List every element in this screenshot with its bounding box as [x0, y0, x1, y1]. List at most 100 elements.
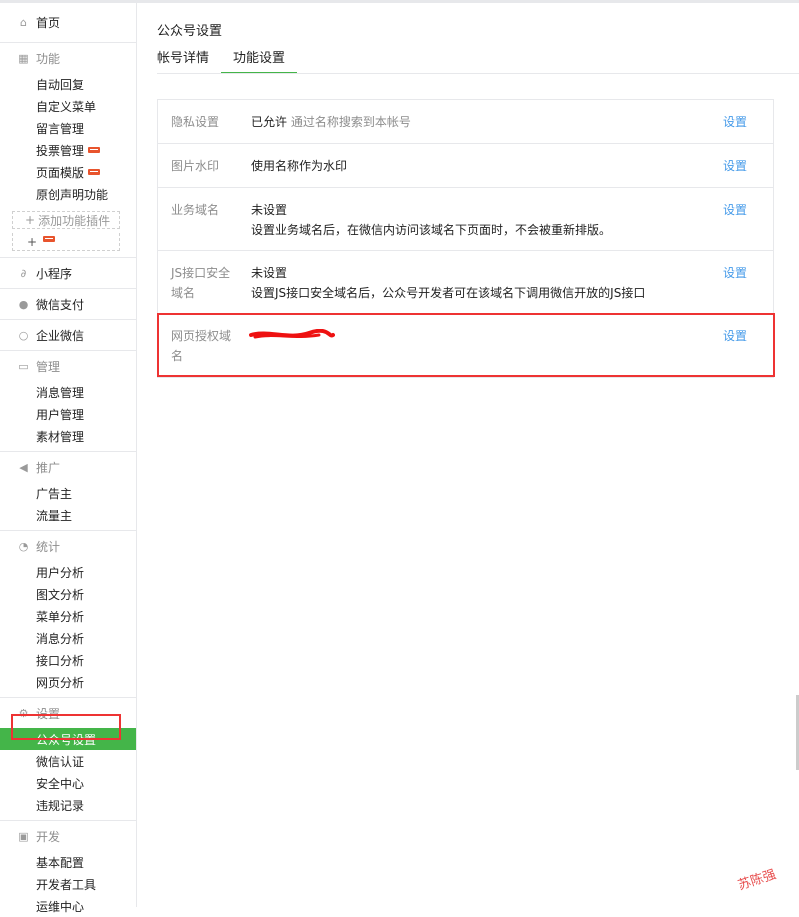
sidebar-group-stats: ◔ 统计 用户分析 图文分析 菜单分析 消息分析 接口分析 网页分析 — [0, 531, 136, 698]
sidebar-item-home[interactable]: ⌂ 首页 — [0, 3, 136, 42]
watermark-settings-link[interactable]: 设置 — [723, 156, 773, 187]
sidebar-item-security-center[interactable]: 安全中心 — [0, 772, 136, 794]
sidebar-item-wechat-pay[interactable]: ● 微信支付 — [0, 289, 136, 319]
new-badge — [88, 169, 101, 175]
sidebar-heading-label: 管理 — [36, 359, 61, 374]
sidebar-item-original-claim[interactable]: 原创声明功能 — [0, 183, 136, 205]
sidebar-item-label: 原创声明功能 — [36, 187, 109, 202]
sidebar-item-label: 消息管理 — [36, 385, 85, 400]
new-badge — [88, 147, 101, 153]
row-value-note: 通过名称搜索到本帐号 — [290, 115, 411, 129]
sidebar-group-develop: ▣ 开发 基本配置 开发者工具 运维中心 — [0, 821, 136, 917]
tab-account-details[interactable]: 帐号详情 — [157, 47, 209, 74]
sidebar-item-label: 安全中心 — [36, 776, 85, 791]
sidebar-item-label: 用户管理 — [36, 407, 85, 422]
add-plugin-label: 添加功能插件 — [38, 213, 111, 228]
oauth-domain-settings-link[interactable]: 设置 — [723, 326, 773, 377]
sidebar-item-label: 页面模版 — [36, 165, 85, 180]
sidebar-item-label: 企业微信 — [36, 328, 85, 343]
sidebar-heading-label: 设置 — [36, 706, 61, 721]
tab-divider — [157, 73, 799, 74]
link-icon: ∂ — [20, 266, 27, 280]
sidebar-item-label: 微信认证 — [36, 754, 85, 769]
sidebar-group-mini-program: ∂ 小程序 — [0, 258, 136, 289]
sidebar-heading-develop: ▣ 开发 — [0, 821, 136, 851]
tab-bar: 帐号详情 功能设置 — [157, 47, 321, 74]
sidebar-item-materials[interactable]: 素材管理 — [0, 425, 136, 447]
sidebar-item-label: 小程序 — [36, 266, 73, 281]
business-domain-settings-link[interactable]: 设置 — [723, 200, 773, 250]
row-value: 未设置 设置业务域名后，在微信内访问该域名下页面时，不会被重新排版。 — [251, 200, 723, 250]
row-value-text: 未设置 — [251, 266, 288, 280]
sidebar-item-custom-menu[interactable]: 自定义菜单 — [0, 95, 136, 117]
sidebar-item-verification[interactable]: 微信认证 — [0, 750, 136, 772]
megaphone-icon: ◀ — [19, 460, 28, 474]
sidebar-heading-label: 开发 — [36, 829, 61, 844]
row-value-text: 未设置 — [251, 203, 288, 217]
row-value: 已允许 通过名称搜索到本帐号 — [251, 112, 723, 143]
settings-row-oauth-domain: 网页授权域名 设置 — [158, 314, 773, 377]
sidebar-item-web-analysis[interactable]: 网页分析 — [0, 671, 136, 693]
row-label: 图片水印 — [171, 159, 220, 173]
sidebar-item-users[interactable]: 用户管理 — [0, 403, 136, 425]
row-label: 网页授权域名 — [171, 329, 232, 363]
sidebar-item-label: 投票管理 — [36, 143, 85, 158]
sidebar-heading-label: 功能 — [36, 51, 61, 66]
sidebar-item-message-analysis[interactable]: 消息分析 — [0, 627, 136, 649]
sidebar-heading-stats: ◔ 统计 — [0, 531, 136, 561]
sidebar-item-basic-config[interactable]: 基本配置 — [0, 851, 136, 873]
sidebar-item-dev-tools[interactable]: 开发者工具 — [0, 873, 136, 895]
settings-panel: 隐私设置 已允许 通过名称搜索到本帐号 设置 图片水印 使用名称作为水印 设置 … — [157, 99, 774, 378]
sidebar-group-settings: ⚙ 设置 公众号设置 微信认证 安全中心 违规记录 — [0, 698, 136, 821]
plus-icon: + — [25, 213, 36, 227]
sidebar-item-mini-program[interactable]: ∂ 小程序 — [0, 258, 136, 288]
row-value: 使用名称作为水印 — [251, 159, 348, 173]
gear-icon: ⚙ — [18, 706, 29, 720]
sidebar-group-features: ▦ 功能 自动回复 自定义菜单 留言管理 投票管理 页面模版 原创声明功能 + … — [0, 43, 136, 258]
sidebar-item-vote[interactable]: 投票管理 — [0, 139, 136, 161]
row-description: 设置JS接口安全域名后，公众号开发者可在该域名下调用微信开放的JS接口 — [251, 286, 646, 300]
tab-feature-settings[interactable]: 功能设置 — [221, 47, 298, 74]
sidebar-item-comments[interactable]: 留言管理 — [0, 117, 136, 139]
sidebar-group-manage: ▭ 管理 消息管理 用户管理 素材管理 — [0, 351, 136, 452]
row-value-text: 已允许 — [251, 115, 288, 129]
sidebar-item-label: 接口分析 — [36, 653, 85, 668]
sidebar-item-ops-center[interactable]: 运维中心 — [0, 895, 136, 917]
sidebar-item-menu-analysis[interactable]: 菜单分析 — [0, 605, 136, 627]
home-icon: ⌂ — [20, 16, 27, 29]
settings-row-watermark: 图片水印 使用名称作为水印 设置 — [158, 144, 773, 188]
privacy-settings-link[interactable]: 设置 — [723, 112, 773, 143]
sidebar-item-page-template[interactable]: 页面模版 — [0, 161, 136, 183]
main-content: 公众号设置 帐号详情 功能设置 隐私设置 已允许 通过名称搜索到本帐号 设置 图… — [137, 3, 799, 907]
sidebar-item-label: 消息分析 — [36, 631, 85, 646]
sidebar-item-publisher[interactable]: 流量主 — [0, 504, 136, 526]
js-domain-settings-link[interactable]: 设置 — [723, 263, 773, 313]
check-circle-icon: ● — [18, 297, 29, 311]
sidebar-group-promote: ◀ 推广 广告主 流量主 — [0, 452, 136, 531]
sidebar-item-label: 公众号设置 — [36, 732, 97, 747]
sidebar-heading-label: 推广 — [36, 460, 61, 475]
plus-icon: + — [27, 234, 38, 249]
sidebar-item-auto-reply[interactable]: 自动回复 — [0, 73, 136, 95]
sidebar-item-label: 基本配置 — [36, 855, 85, 870]
sidebar-item-label: 广告主 — [36, 486, 73, 501]
row-label: 业务域名 — [171, 203, 220, 217]
sidebar-item-api-analysis[interactable]: 接口分析 — [0, 649, 136, 671]
sidebar-item-violations[interactable]: 违规记录 — [0, 794, 136, 816]
add-plugin-button[interactable]: + 添加功能插件 — [12, 211, 120, 229]
plugin-slot[interactable]: + — [12, 233, 120, 251]
sidebar-item-label: 菜单分析 — [36, 609, 85, 624]
inbox-icon: ▭ — [18, 359, 29, 373]
sidebar-item-messages[interactable]: 消息管理 — [0, 381, 136, 403]
row-value — [251, 326, 723, 377]
sidebar-item-account-settings[interactable]: 公众号设置 — [0, 728, 136, 750]
sidebar-item-advertiser[interactable]: 广告主 — [0, 482, 136, 504]
pie-chart-icon: ◔ — [18, 539, 29, 553]
sidebar-item-label: 流量主 — [36, 508, 73, 523]
sidebar-item-label: 留言管理 — [36, 121, 85, 136]
row-value: 未设置 设置JS接口安全域名后，公众号开发者可在该域名下调用微信开放的JS接口 — [251, 263, 723, 313]
sidebar-item-user-analysis[interactable]: 用户分析 — [0, 561, 136, 583]
page-title: 公众号设置 — [157, 24, 223, 39]
sidebar-item-enterprise-wechat[interactable]: ○ 企业微信 — [0, 320, 136, 350]
sidebar-item-article-analysis[interactable]: 图文分析 — [0, 583, 136, 605]
